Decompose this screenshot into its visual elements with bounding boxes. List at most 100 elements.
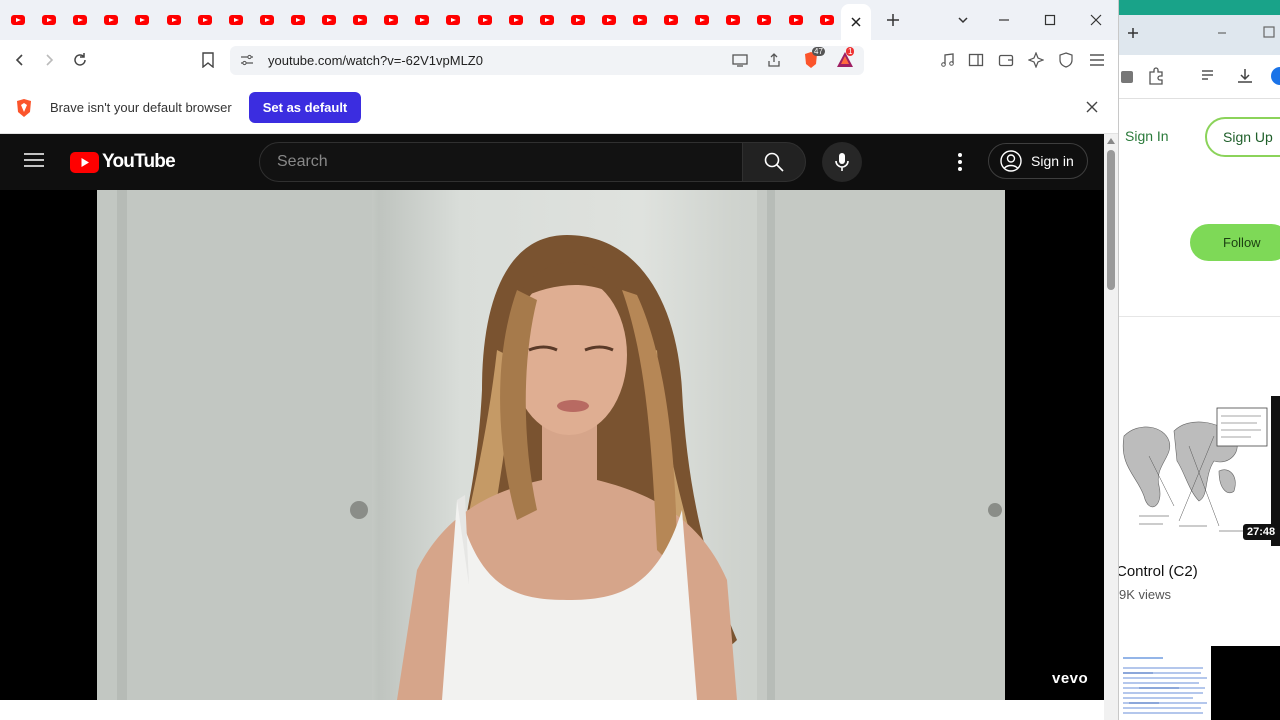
plus-icon — [887, 14, 899, 26]
address-bar[interactable]: youtube.com/watch?v=-62V1vpMLZ0 47 1 — [230, 46, 864, 75]
document-thumbnail[interactable] — [1119, 646, 1211, 720]
browser-tab[interactable] — [159, 5, 189, 35]
scrollbar-thumb[interactable] — [1107, 150, 1115, 290]
sign-in-link[interactable]: Sign In — [1125, 128, 1169, 144]
browser-tab[interactable] — [283, 5, 313, 35]
default-browser-infobar: Brave isn't your default browser Set as … — [0, 80, 1118, 134]
more-vertical-icon — [958, 153, 962, 171]
main-menu-button[interactable] — [1085, 48, 1109, 72]
browser-tab[interactable] — [65, 5, 95, 35]
browser-tab[interactable] — [781, 5, 811, 35]
new-tab-button[interactable] — [1127, 26, 1139, 44]
back-button[interactable] — [8, 48, 32, 72]
browser-tab[interactable] — [407, 5, 437, 35]
browser-tab[interactable] — [656, 5, 686, 35]
browser-tab[interactable] — [34, 5, 64, 35]
maximize-icon — [1044, 14, 1056, 26]
search-input[interactable]: Search — [259, 142, 743, 182]
youtube-favicon-icon — [664, 15, 678, 25]
youtube-favicon-icon — [757, 15, 771, 25]
plus-icon — [1128, 28, 1138, 38]
url-text[interactable]: youtube.com/watch?v=-62V1vpMLZ0 — [268, 53, 483, 68]
browser-tab[interactable] — [221, 5, 251, 35]
infobar-close-button[interactable] — [1086, 100, 1098, 118]
browser-tab[interactable] — [96, 5, 126, 35]
minimize-icon — [999, 19, 1009, 21]
close-icon[interactable] — [851, 17, 861, 27]
wallet-button[interactable] — [994, 48, 1018, 72]
browser-tab[interactable] — [563, 5, 593, 35]
close-icon — [1086, 101, 1098, 113]
youtube-favicon-icon — [571, 15, 585, 25]
minimize-icon — [1218, 32, 1226, 34]
extension-badge-icon[interactable] — [1121, 69, 1133, 90]
youtube-favicon-icon — [73, 15, 87, 25]
guide-menu-button[interactable] — [24, 152, 44, 173]
document-text-image — [1123, 657, 1207, 714]
shield-icon — [1059, 52, 1073, 68]
browser-tab[interactable] — [501, 5, 531, 35]
tab-search-button[interactable] — [951, 8, 975, 32]
sign-up-button[interactable]: Sign Up — [1205, 117, 1280, 157]
share-icon[interactable] — [766, 52, 782, 73]
forward-button[interactable] — [37, 48, 61, 72]
sidebar-button[interactable] — [964, 48, 988, 72]
close-window-button[interactable] — [1084, 8, 1108, 32]
browser-tab[interactable] — [3, 5, 33, 35]
browser-tab[interactable] — [190, 5, 220, 35]
new-tab-button[interactable] — [881, 8, 905, 32]
youtube-play-icon — [70, 151, 99, 173]
browser-tab[interactable] — [438, 5, 468, 35]
youtube-logo[interactable]: YouTube — [70, 151, 176, 173]
youtube-favicon-icon — [353, 15, 367, 25]
puzzle-icon[interactable] — [1147, 67, 1165, 90]
site-settings-icon[interactable] — [240, 53, 254, 72]
active-tab[interactable] — [841, 4, 871, 40]
sign-in-button[interactable]: Sign in — [988, 143, 1088, 179]
browser-tab[interactable] — [625, 5, 655, 35]
leo-ai-button[interactable] — [1024, 48, 1048, 72]
youtube-favicon-icon — [291, 15, 305, 25]
search-button[interactable] — [742, 142, 806, 182]
bookmark-button[interactable] — [196, 48, 220, 72]
minimize-button[interactable] — [1217, 25, 1227, 43]
follow-button[interactable]: Follow — [1190, 224, 1280, 261]
maximize-button[interactable] — [1263, 25, 1275, 43]
vpn-button[interactable] — [1054, 48, 1078, 72]
download-icon[interactable] — [1236, 67, 1254, 90]
browser-tab[interactable] — [314, 5, 344, 35]
video-player[interactable]: vevo — [0, 190, 1104, 700]
cast-icon[interactable] — [732, 53, 748, 72]
page-scrollbar[interactable] — [1104, 134, 1118, 720]
browser-tab[interactable] — [345, 5, 375, 35]
profile-avatar[interactable] — [1271, 67, 1280, 90]
browser-tab[interactable] — [687, 5, 717, 35]
video-frame[interactable] — [97, 190, 1005, 700]
search-placeholder: Search — [277, 153, 328, 170]
browser-tab[interactable] — [376, 5, 406, 35]
video-title[interactable]: Control (C2) — [1119, 563, 1198, 580]
browser-tab[interactable] — [127, 5, 157, 35]
search-icon — [764, 152, 784, 172]
voice-search-button[interactable] — [822, 142, 862, 182]
set-as-default-button[interactable]: Set as default — [249, 92, 361, 123]
browser-tab[interactable] — [749, 5, 779, 35]
browser-tab[interactable] — [812, 5, 842, 35]
youtube-logo-text: YouTube — [102, 151, 176, 172]
reload-button[interactable] — [68, 48, 92, 72]
queue-icon[interactable] — [1201, 68, 1217, 89]
minimize-button[interactable] — [992, 8, 1016, 32]
scroll-up-icon — [1107, 138, 1115, 144]
browser-tab[interactable] — [532, 5, 562, 35]
hamburger-icon — [1090, 54, 1104, 66]
browser-tab[interactable] — [718, 5, 748, 35]
browser-tab[interactable] — [470, 5, 500, 35]
youtube-favicon-icon — [135, 15, 149, 25]
section-divider — [1119, 316, 1280, 317]
media-button[interactable] — [935, 48, 959, 72]
browser-tab[interactable] — [252, 5, 282, 35]
settings-menu-button[interactable] — [956, 152, 964, 177]
maximize-button[interactable] — [1038, 8, 1062, 32]
browser-tab[interactable] — [594, 5, 624, 35]
arrow-right-icon — [46, 54, 54, 66]
